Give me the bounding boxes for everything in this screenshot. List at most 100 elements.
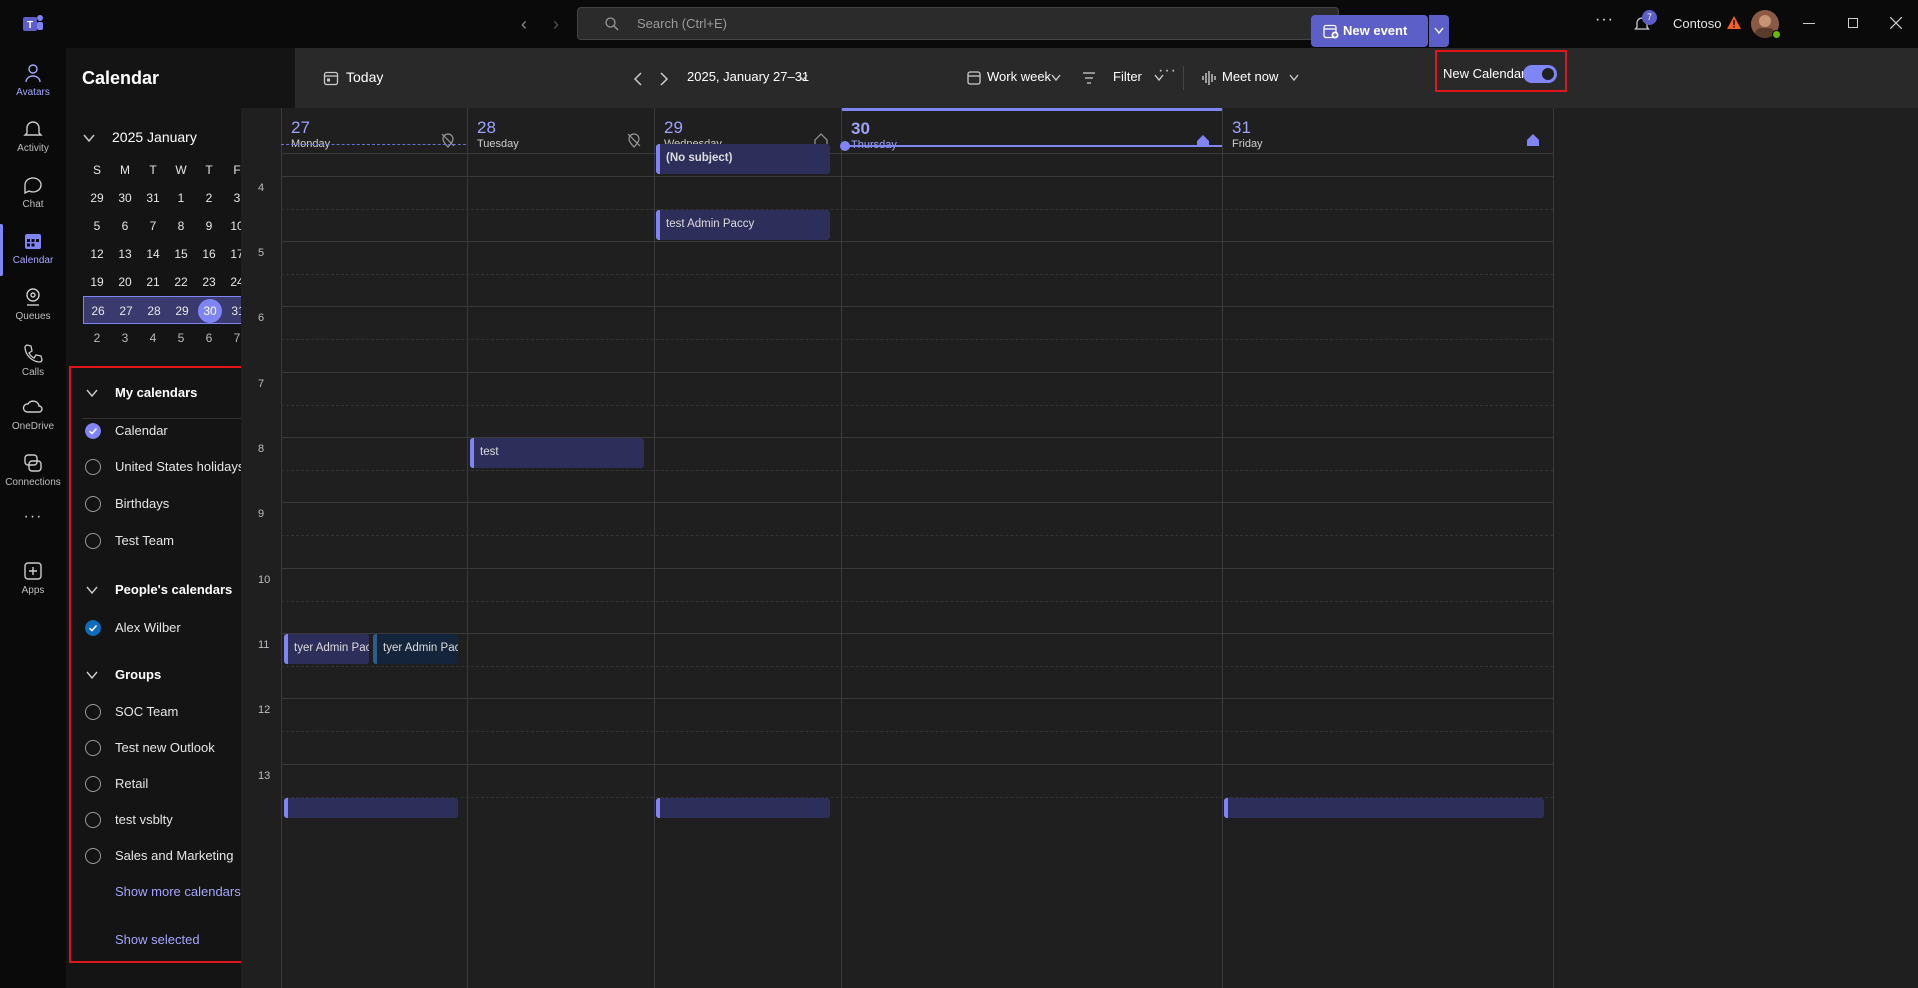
calendar-item-alex-wilber[interactable]: Alex Wilber [85,619,265,639]
calendar-item-calendar[interactable]: Calendar [85,422,265,442]
more-options-icon[interactable]: ··· [1595,11,1614,29]
mini-day[interactable]: 6 [111,212,139,240]
rail-queues[interactable]: Queues [0,280,66,332]
meet-now-button[interactable]: Meet now [1222,69,1278,84]
mini-day[interactable]: 2 [195,184,223,212]
rail-onedrive[interactable]: OneDrive [0,390,66,442]
rail-calendar[interactable]: Calendar [0,224,66,276]
calendar-item-birthdays[interactable]: Birthdays [85,495,265,515]
mini-day[interactable]: 20 [111,268,139,296]
event-test-admin[interactable]: test Admin Paccy [656,210,830,240]
calendar-item-test-team[interactable]: Test Team [85,532,265,552]
calendar-item-retail[interactable]: Retail [85,775,265,795]
event-tyer-1[interactable]: tyer Admin Paccy [284,634,369,664]
new-calendar-toggle[interactable] [1523,65,1557,83]
chevron-down-icon[interactable] [1051,74,1061,82]
mini-day[interactable]: 16 [195,240,223,268]
mini-day[interactable]: 14 [139,240,167,268]
mini-day[interactable]: 1 [167,184,195,212]
rail-activity[interactable]: Activity [0,112,66,164]
show-selected-link[interactable]: Show selected [115,932,200,947]
hour-label: 5 [258,247,265,259]
date-range-label[interactable]: 2025, January 27–31 [687,69,809,84]
rail-calls[interactable]: Calls [0,336,66,388]
mini-day[interactable]: 2 [83,324,111,352]
calendar-item-test-new-outlook[interactable]: Test new Outlook [85,739,265,759]
restore-icon[interactable] [1848,18,1858,28]
rail-avatars[interactable]: Avatars [0,56,66,108]
calendar-item-sales-marketing[interactable]: Sales and Marketing [85,847,265,867]
mini-day[interactable]: 23 [195,268,223,296]
org-name[interactable]: Contoso [1673,16,1721,31]
mini-month-label[interactable]: 2025 January [112,129,197,145]
new-event-dropdown[interactable] [1429,15,1449,47]
home-icon [1527,134,1539,146]
mini-day[interactable]: 13 [111,240,139,268]
calendar-item-us-holidays[interactable]: United States holidays [85,458,265,478]
event-partial[interactable] [1224,798,1544,818]
day-header-tuesday[interactable]: 28 Tuesday [468,108,654,154]
minimize-icon[interactable] [1803,23,1815,24]
day-header-friday[interactable]: 31 Friday [1223,108,1553,154]
mini-day[interactable]: 4 [139,324,167,352]
mini-day[interactable]: 21 [139,268,167,296]
chevron-down-icon[interactable] [798,74,808,82]
event-partial[interactable] [656,798,830,818]
rail-chat[interactable]: Chat [0,168,66,220]
mini-day[interactable]: 19 [83,268,111,296]
event-tyer-2[interactable]: tyer Admin Paccy [373,634,458,664]
mini-day[interactable]: 8 [167,212,195,240]
more-apps-icon[interactable]: ··· [0,508,66,526]
grid-line [281,535,1553,536]
chevron-down-icon[interactable] [1289,74,1299,82]
close-icon[interactable] [1890,17,1902,29]
event-test[interactable]: test [470,438,644,468]
more-options-icon[interactable]: ··· [1158,62,1177,80]
mini-day[interactable]: 12 [83,240,111,268]
mini-day[interactable]: 3 [111,324,139,352]
divider [1183,66,1184,90]
event-no-subject[interactable]: (No subject) [656,144,830,174]
view-selector[interactable]: Work week [987,69,1051,84]
mini-day[interactable]: 6 [195,324,223,352]
unchecked-circle-icon [85,704,101,720]
teams-logo-icon[interactable]: T [22,13,44,35]
chevron-down-icon[interactable] [82,131,96,145]
mini-day[interactable]: 9 [195,212,223,240]
mini-day[interactable]: 22 [167,268,195,296]
today-calendar-icon[interactable] [323,70,339,86]
mini-day-today[interactable]: 30 [196,297,224,325]
mini-day[interactable]: 31 [139,184,167,212]
mini-day[interactable]: 29 [168,297,196,325]
event-partial[interactable] [284,798,458,818]
mini-day[interactable]: 28 [140,297,168,325]
day-header-monday[interactable]: 27 Monday [282,108,467,154]
day-number: 31 [1232,118,1251,137]
mini-day[interactable]: 5 [167,324,195,352]
mini-day[interactable]: 29 [83,184,111,212]
mini-day[interactable]: 27 [112,297,140,325]
day-header-thursday-today[interactable]: 30 Thursday [842,108,1222,154]
mini-day[interactable]: 7 [139,212,167,240]
search-input[interactable]: Search (Ctrl+E) [577,7,1339,40]
rail-connections[interactable]: Connections [0,446,66,498]
mini-day[interactable]: 30 [111,184,139,212]
show-more-calendars-link[interactable]: Show more calendars [115,884,241,899]
mini-day[interactable]: 26 [84,297,112,325]
calendar-item-soc-team[interactable]: SOC Team [85,703,265,723]
new-event-label: New event [1343,23,1408,38]
rail-apps[interactable]: Apps [0,554,66,606]
forward-icon[interactable]: › [546,14,566,34]
today-button[interactable]: Today [346,69,383,85]
chevron-right-icon[interactable] [659,72,669,86]
mini-day[interactable]: 5 [83,212,111,240]
rail-label: Queues [15,311,51,322]
back-icon[interactable]: ‹ [514,14,534,34]
mini-day[interactable]: 15 [167,240,195,268]
warning-icon[interactable] [1727,16,1741,29]
chevron-left-icon[interactable] [633,72,643,86]
hour-label: 6 [258,312,265,324]
filter-button[interactable]: Filter [1113,69,1142,84]
new-event-button[interactable]: New event [1311,15,1428,47]
calendar-item-test-vsblty[interactable]: test vsblty [85,811,265,831]
